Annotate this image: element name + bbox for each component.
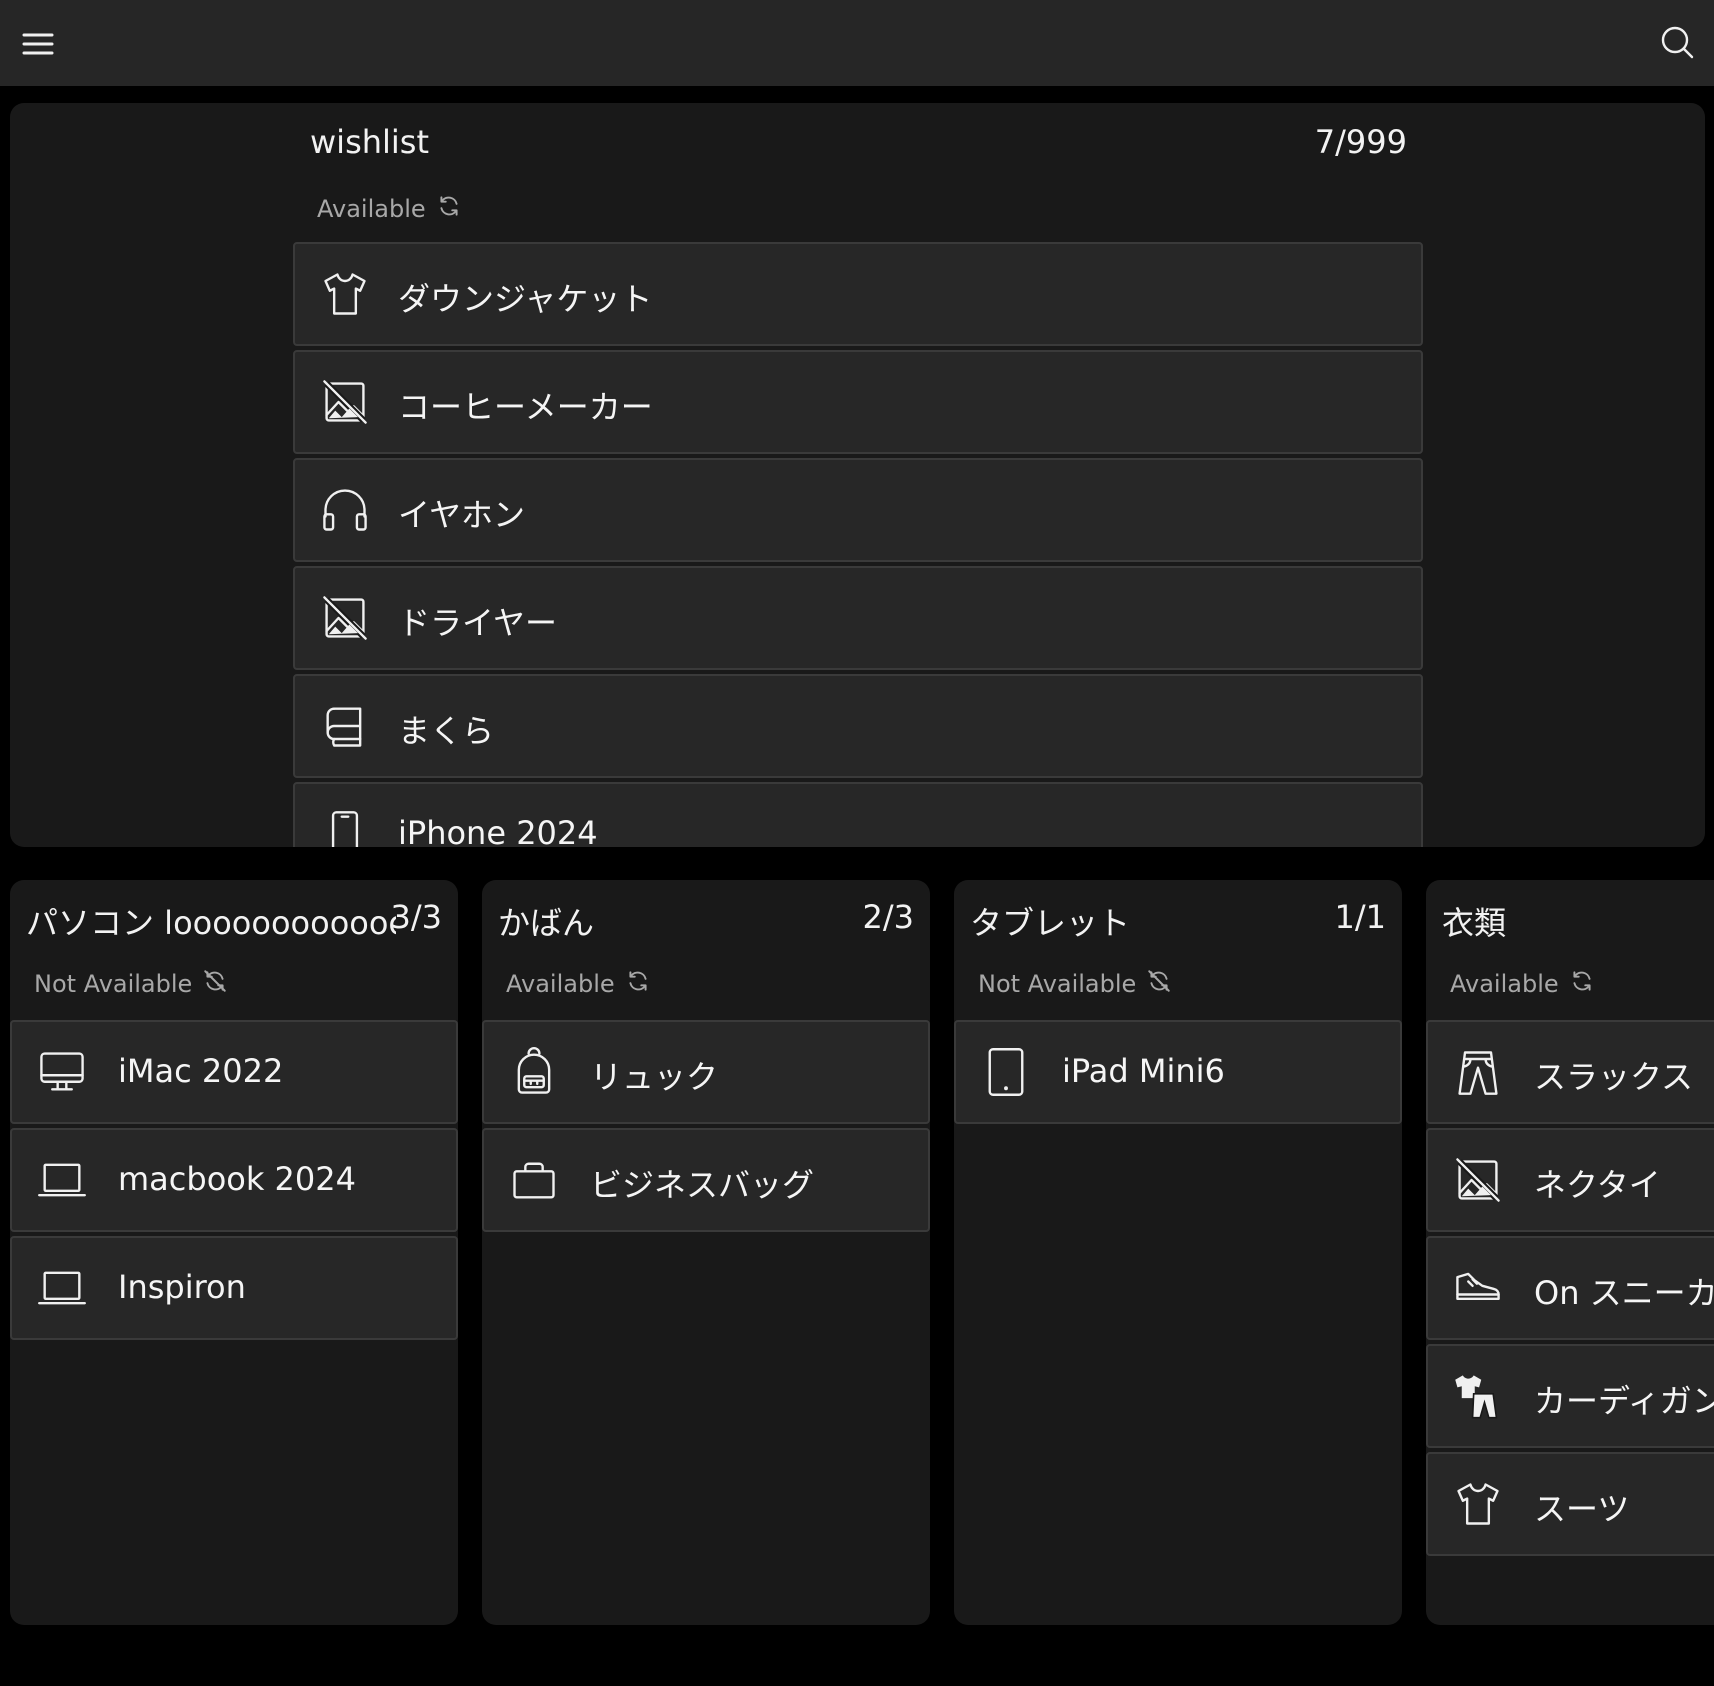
smartphone-icon: [317, 806, 373, 847]
category-title: 衣類: [1442, 904, 1507, 942]
category-count: 1/1: [1334, 898, 1387, 936]
sync-off-icon: [1146, 968, 1172, 1000]
list-item[interactable]: ダウンジャケット: [293, 242, 1423, 346]
item-label: macbook 2024: [118, 1160, 356, 1198]
search-icon[interactable]: [1656, 22, 1696, 62]
hamburger-menu-icon[interactable]: [18, 24, 58, 64]
list-item[interactable]: ネクタイ: [1426, 1128, 1714, 1232]
status-label: Not Available: [978, 970, 1137, 998]
category-title: パソコン looooooooooooo…: [26, 904, 396, 942]
wishlist-title: wishlist: [310, 123, 430, 161]
tablet-icon: [978, 1044, 1034, 1100]
status-label: Available: [506, 970, 615, 998]
list-item[interactable]: コーヒーメーカー: [293, 350, 1423, 454]
laptop-icon: [34, 1152, 90, 1208]
category-status[interactable]: Available: [1450, 968, 1595, 1000]
no-image-icon: [317, 590, 373, 646]
list-item[interactable]: リュック: [482, 1020, 930, 1124]
status-label: Available: [1450, 970, 1559, 998]
category-status[interactable]: Available: [506, 968, 651, 1000]
category-status[interactable]: Not Available: [34, 968, 228, 1000]
category-panel-tablet: タブレット 1/1 Not Available iPad Mini6: [954, 880, 1402, 1625]
item-label: Inspiron: [118, 1268, 246, 1306]
pillow-icon: [317, 698, 373, 754]
no-image-icon: [1450, 1152, 1506, 1208]
sync-icon: [436, 193, 462, 225]
category-status[interactable]: Not Available: [978, 968, 1172, 1000]
tshirt-icon: [1450, 1476, 1506, 1532]
sync-off-icon: [202, 968, 228, 1000]
list-item[interactable]: iPad Mini6: [954, 1020, 1402, 1124]
list-item[interactable]: ビジネスバッグ: [482, 1128, 930, 1232]
clothes-icon: [1450, 1368, 1506, 1424]
headphones-icon: [317, 482, 373, 538]
category-count: 2/3: [862, 898, 915, 936]
status-label: Available: [317, 195, 426, 223]
item-label: ドライヤー: [398, 604, 558, 642]
list-item[interactable]: イヤホン: [293, 458, 1423, 562]
wishlist-count: 7/999: [1314, 123, 1407, 161]
item-label: イヤホン: [398, 496, 526, 534]
category-title: かばん: [498, 904, 595, 942]
wishlist-panel: wishlist 7/999 Available ダウンジャケット コーヒーメーカ…: [10, 103, 1705, 847]
list-item[interactable]: Inspiron: [10, 1236, 458, 1340]
category-count: 3/3: [390, 898, 443, 936]
pants-icon: [1450, 1044, 1506, 1100]
bag-icon: [506, 1152, 562, 1208]
item-label: ダウンジャケット: [398, 280, 653, 318]
list-item[interactable]: スラックス: [1426, 1020, 1714, 1124]
category-panel-clothes: 衣類 Available スラックスネクタイ On スニーカーカーディガンスーツ: [1426, 880, 1714, 1625]
category-panel-pc: パソコン looooooooooooo…3/3 Not Available iMac…: [10, 880, 458, 1625]
item-label: まくら: [398, 712, 495, 750]
item-label: On スニーカー: [1534, 1274, 1714, 1312]
item-label: ネクタイ: [1534, 1166, 1661, 1204]
list-item[interactable]: カーディガン: [1426, 1344, 1714, 1448]
wishlist-status[interactable]: Available: [317, 193, 462, 225]
laptop-icon: [34, 1260, 90, 1316]
item-label: カーディガン: [1534, 1382, 1714, 1420]
item-label: コーヒーメーカー: [398, 388, 653, 426]
status-label: Not Available: [34, 970, 193, 998]
sync-icon: [625, 968, 651, 1000]
backpack-icon: [506, 1044, 562, 1100]
item-label: ビジネスバッグ: [590, 1166, 815, 1204]
list-item[interactable]: まくら: [293, 674, 1423, 778]
category-panel-bag: かばん 2/3 Available リュックビジネスバッグ: [482, 880, 930, 1625]
list-item[interactable]: macbook 2024: [10, 1128, 458, 1232]
list-item[interactable]: iMac 2022: [10, 1020, 458, 1124]
tshirt-icon: [317, 266, 373, 322]
list-item[interactable]: ドライヤー: [293, 566, 1423, 670]
item-label: リュック: [590, 1058, 719, 1096]
sneaker-icon: [1450, 1260, 1506, 1316]
item-label: iPhone 2024: [398, 814, 598, 847]
list-item[interactable]: iPhone 2024: [293, 782, 1423, 847]
item-label: iPad Mini6: [1062, 1052, 1225, 1090]
desktop-icon: [34, 1044, 90, 1100]
item-label: iMac 2022: [118, 1052, 284, 1090]
category-title: タブレット: [970, 904, 1131, 942]
item-label: スラックス: [1534, 1058, 1694, 1096]
top-bar: [0, 0, 1714, 86]
list-item[interactable]: On スニーカー: [1426, 1236, 1714, 1340]
list-item[interactable]: スーツ: [1426, 1452, 1714, 1556]
no-image-icon: [317, 374, 373, 430]
item-label: スーツ: [1534, 1490, 1630, 1528]
sync-icon: [1569, 968, 1595, 1000]
